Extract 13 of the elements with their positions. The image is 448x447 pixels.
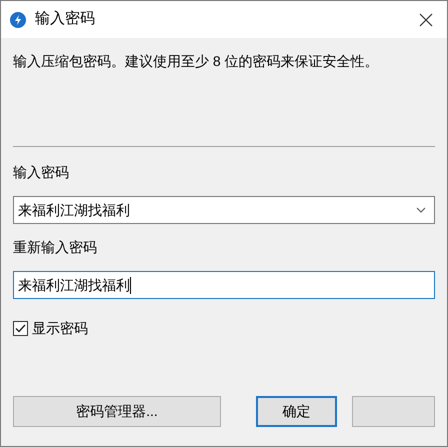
show-password-checkbox[interactable]: 显示密码: [13, 318, 88, 339]
chevron-down-icon[interactable]: [416, 207, 426, 213]
description-text: 输入压缩包密码。建议使用至少 8 位的密码来保证安全性。: [13, 52, 380, 71]
confirm-password-field[interactable]: 来福利江湖找福利: [13, 271, 435, 299]
field-label: 重新输入密码: [13, 238, 98, 257]
window-title: 输入密码: [35, 9, 95, 30]
password-manager-button[interactable]: 密码管理器...: [13, 396, 221, 427]
checkmark-icon: [15, 324, 26, 333]
field-label: 输入密码: [13, 163, 70, 182]
close-icon[interactable]: [419, 12, 433, 26]
password-combo-box[interactable]: 来福利江湖找福利: [13, 196, 435, 224]
app-icon: [10, 12, 26, 28]
ok-button[interactable]: 确定: [256, 396, 337, 427]
